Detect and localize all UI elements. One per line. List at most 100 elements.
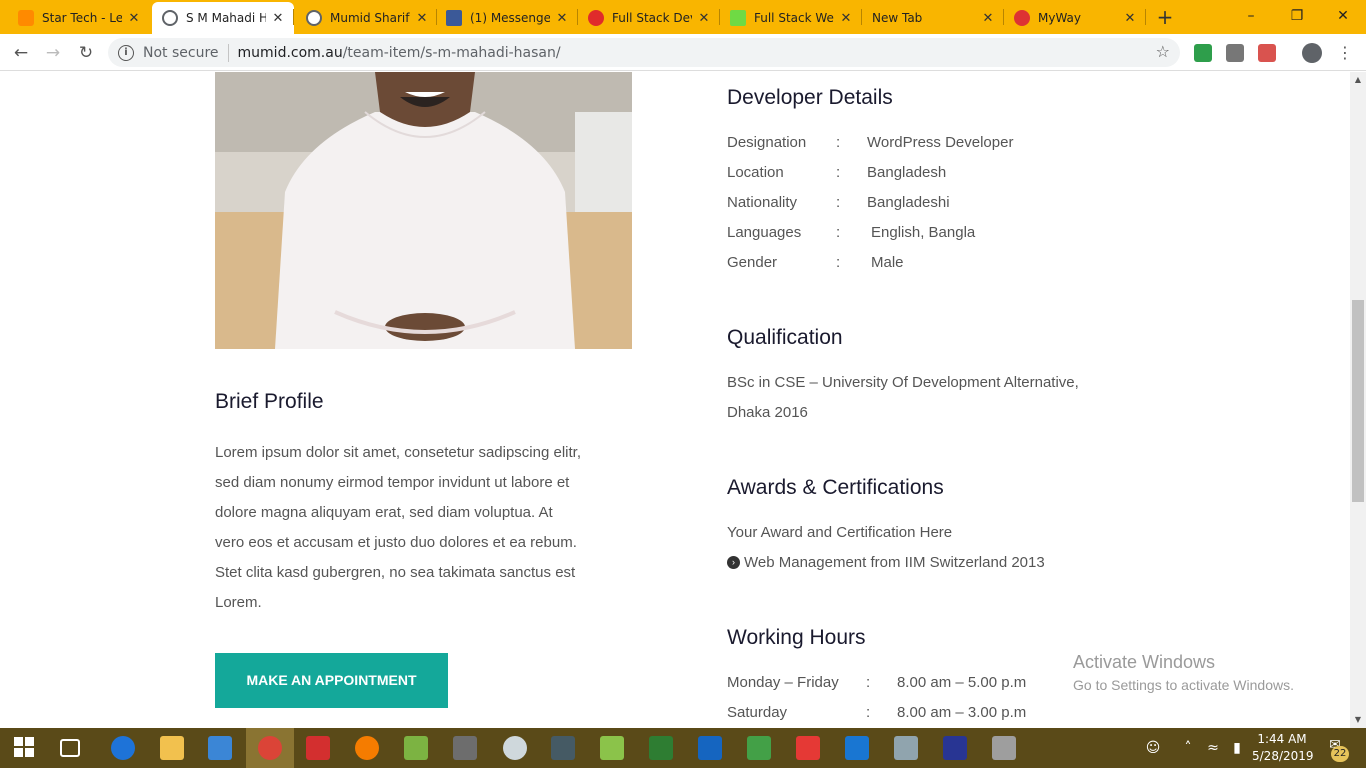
menu-kebab-icon[interactable]: ⋮ bbox=[1332, 40, 1358, 66]
award-item-text: Web Management from IIM Switzerland 2013 bbox=[744, 554, 1045, 571]
page-content: Brief Profile Lorem ipsum dolor sit amet… bbox=[0, 72, 1350, 728]
file-explorer-icon[interactable] bbox=[160, 736, 184, 760]
tab-title: MyWay bbox=[1038, 11, 1082, 25]
scroll-up-arrow-icon[interactable]: ▲ bbox=[1350, 72, 1366, 88]
vertical-scrollbar[interactable]: ▲ ▼ bbox=[1350, 72, 1366, 728]
task-view-icon[interactable] bbox=[60, 739, 80, 757]
tab-s-m-mahadi[interactable]: S M Mahadi H ✕ bbox=[152, 2, 294, 34]
tab-title: S M Mahadi H bbox=[186, 11, 266, 25]
tab-full-stack-web[interactable]: Full Stack Web ✕ bbox=[720, 2, 862, 34]
close-icon[interactable]: ✕ bbox=[126, 11, 142, 26]
tab-title: Star Tech - Lea bbox=[42, 11, 122, 25]
scrollbar-thumb[interactable] bbox=[1352, 300, 1364, 502]
keyboard-app-icon[interactable] bbox=[551, 736, 575, 760]
chevron-right-circle-icon: › bbox=[727, 556, 740, 569]
terminal-icon[interactable] bbox=[649, 736, 673, 760]
close-icon[interactable]: ✕ bbox=[554, 11, 570, 26]
close-icon[interactable]: ✕ bbox=[980, 11, 996, 26]
detail-value: Bangladeshi bbox=[867, 194, 950, 211]
virtualbox-icon[interactable] bbox=[698, 736, 722, 760]
close-icon[interactable]: ✕ bbox=[270, 11, 286, 26]
extension-plus-icon[interactable] bbox=[1194, 44, 1212, 62]
chrome-icon[interactable] bbox=[258, 736, 282, 760]
reload-icon[interactable]: ↻ bbox=[73, 40, 99, 66]
windows-logo-icon bbox=[14, 737, 34, 757]
tray-chevron-up-icon[interactable]: ˄ bbox=[1177, 728, 1199, 768]
scroll-down-arrow-icon[interactable]: ▼ bbox=[1350, 712, 1366, 728]
qualification-line: Dhaka 2016 bbox=[727, 404, 808, 421]
firefox-icon[interactable] bbox=[355, 736, 379, 760]
bookmark-star-icon[interactable]: ☆ bbox=[1156, 42, 1170, 61]
edge-browser-icon[interactable] bbox=[111, 736, 135, 760]
close-icon[interactable]: ✕ bbox=[414, 11, 430, 26]
omnibox-divider bbox=[227, 43, 229, 62]
extension-tag-icon[interactable] bbox=[1258, 44, 1276, 62]
clock-date: 5/28/2019 bbox=[1252, 749, 1314, 763]
tab-divider bbox=[719, 9, 720, 25]
detail-label: Languages bbox=[727, 224, 802, 241]
tab-full-stack-dev[interactable]: Full Stack Deve ✕ bbox=[578, 2, 720, 34]
paint-icon[interactable] bbox=[503, 736, 527, 760]
back-arrow-icon[interactable]: ← bbox=[8, 40, 34, 66]
detail-separator: : bbox=[836, 254, 841, 271]
close-icon[interactable]: ✕ bbox=[838, 11, 854, 26]
tab-divider bbox=[293, 9, 294, 25]
people-icon[interactable]: ☺ bbox=[1140, 728, 1166, 768]
address-bar[interactable]: i Not secure mumid.com.au/team-item/s-m-… bbox=[108, 38, 1180, 67]
close-window-button[interactable]: ✕ bbox=[1320, 0, 1366, 32]
brief-profile-line: Stet clita kasd gubergren, no sea takima… bbox=[215, 564, 576, 581]
forward-arrow-icon[interactable]: → bbox=[40, 40, 66, 66]
qualification-heading: Qualification bbox=[727, 326, 843, 349]
windows-start-icon[interactable] bbox=[13, 736, 37, 760]
restore-button[interactable]: ❐ bbox=[1274, 0, 1320, 32]
info-icon[interactable]: i bbox=[118, 44, 134, 61]
wifi-icon[interactable]: ≈ bbox=[1202, 728, 1224, 768]
url-host: mumid.com.au bbox=[237, 44, 343, 61]
detail-value: Bangladesh bbox=[867, 164, 947, 181]
qualification-line: BSc in CSE – University Of Development A… bbox=[727, 374, 1079, 391]
new-tab-button[interactable]: + bbox=[1152, 4, 1178, 30]
tab-mumid-sharif[interactable]: Mumid Sharif ✕ bbox=[296, 2, 438, 34]
network-app-icon[interactable] bbox=[894, 736, 918, 760]
extension-calendar-icon[interactable] bbox=[1226, 44, 1244, 62]
notepad-plus-icon[interactable] bbox=[600, 736, 624, 760]
facebook-icon bbox=[446, 10, 462, 26]
hours-time: 8.00 am – 3.00 p.m bbox=[897, 704, 1027, 721]
close-icon[interactable]: ✕ bbox=[1122, 11, 1138, 26]
tab-title: Mumid Sharif bbox=[330, 11, 410, 25]
pdf-icon[interactable] bbox=[796, 736, 820, 760]
network-tower-icon[interactable] bbox=[453, 736, 477, 760]
tab-new-tab[interactable]: New Tab ✕ bbox=[862, 2, 1004, 34]
battery-icon[interactable]: ▮ bbox=[1226, 728, 1248, 768]
myway-icon bbox=[1014, 10, 1030, 26]
vm-app-icon[interactable] bbox=[747, 736, 771, 760]
brief-profile-line: vero eos et accusam et justo duo dolores… bbox=[215, 534, 577, 551]
acrobat-icon[interactable] bbox=[306, 736, 330, 760]
tab-title: New Tab bbox=[872, 11, 923, 25]
url-path: /team-item/s-m-mahadi-hasan/ bbox=[342, 44, 561, 61]
upwork-icon bbox=[730, 10, 746, 26]
close-icon[interactable]: ✕ bbox=[696, 11, 712, 26]
detail-label: Gender bbox=[727, 254, 778, 271]
security-label: Not secure bbox=[143, 44, 219, 61]
hours-day: Saturday bbox=[727, 704, 788, 721]
tab-messenger[interactable]: (1) Messenger ✕ bbox=[436, 2, 578, 34]
tab-star-tech[interactable]: Star Tech - Lea ✕ bbox=[8, 2, 150, 34]
floppy-icon[interactable] bbox=[943, 736, 967, 760]
make-appointment-button[interactable]: MAKE AN APPOINTMENT bbox=[215, 653, 448, 708]
profile-avatar-icon[interactable] bbox=[1302, 43, 1322, 63]
tab-divider bbox=[577, 9, 578, 25]
outlook-icon[interactable] bbox=[845, 736, 869, 760]
detail-separator: : bbox=[836, 164, 841, 181]
profile-photo-image bbox=[215, 72, 632, 349]
brief-profile-text: Lorem ipsum dolor sit amet, consetetur s… bbox=[215, 438, 645, 618]
minimize-button[interactable]: – bbox=[1228, 0, 1274, 32]
device-icon[interactable] bbox=[992, 736, 1016, 760]
brief-profile-line: Lorem ipsum dolor sit amet, consetetur s… bbox=[215, 444, 581, 461]
colorful-app-icon[interactable] bbox=[404, 736, 428, 760]
tab-title: (1) Messenger bbox=[470, 11, 550, 25]
store-icon[interactable] bbox=[208, 736, 232, 760]
tab-myway[interactable]: MyWay ✕ bbox=[1004, 2, 1146, 34]
system-clock[interactable]: 1:44 AM 5/28/2019 bbox=[1252, 731, 1314, 765]
clock-time: 1:44 AM bbox=[1257, 732, 1307, 746]
